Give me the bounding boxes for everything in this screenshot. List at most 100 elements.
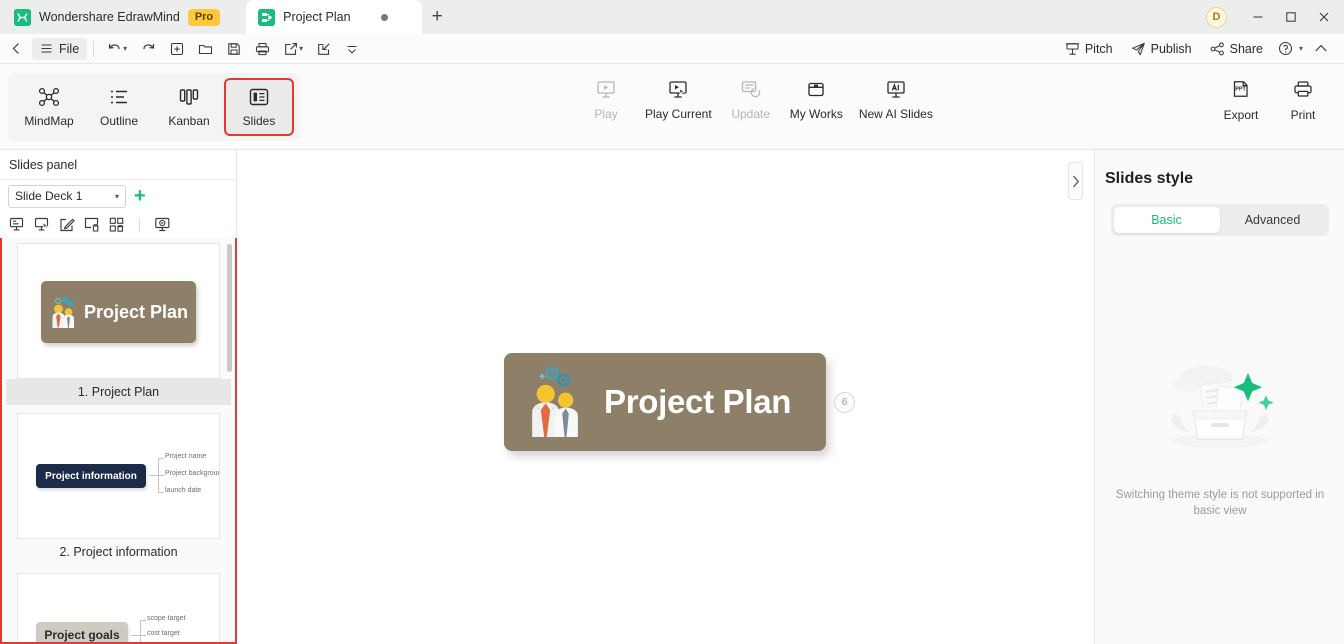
slide-3-preview: Project goals scope target cost target bbox=[17, 573, 220, 642]
undo-icon[interactable]: ▾ bbox=[100, 34, 134, 64]
view-mode-mindmap[interactable]: MindMap bbox=[14, 78, 84, 136]
chevron-down-icon: ▾ bbox=[1298, 44, 1303, 53]
share-button[interactable]: Share bbox=[1201, 37, 1272, 61]
share-nodes-icon bbox=[1210, 41, 1224, 55]
file-menu-button[interactable]: File bbox=[32, 37, 88, 60]
avatar[interactable]: D bbox=[1206, 6, 1227, 28]
chevron-up-icon bbox=[1315, 44, 1327, 52]
import-icon[interactable] bbox=[310, 34, 338, 64]
play-current-button[interactable]: Play Current bbox=[637, 77, 720, 135]
add-slide-icon[interactable] bbox=[6, 214, 28, 236]
slide-1-node: Project Plan bbox=[41, 281, 196, 343]
slide-2-node-title: Project information bbox=[45, 470, 137, 482]
tab-basic[interactable]: Basic bbox=[1113, 207, 1220, 233]
tools-divider bbox=[139, 218, 140, 232]
slide-3-node-title: Project goals bbox=[44, 628, 120, 642]
slides-thumbnail-list[interactable]: Project Plan 1. Project Plan Project inf… bbox=[0, 238, 237, 644]
pro-badge: Pro bbox=[187, 8, 221, 26]
expand-slides-style-panel-button[interactable] bbox=[1068, 162, 1083, 200]
branch-connector bbox=[158, 492, 164, 493]
new-ai-slides-button[interactable]: New AI Slides bbox=[851, 77, 941, 135]
play-screen-icon bbox=[597, 81, 615, 98]
ribbon-toolbar: MindMap Outline Kanban Slides Play Play … bbox=[0, 65, 1344, 150]
edrawmind-app-window: Wondershare EdrawMind Pro Project Plan +… bbox=[0, 0, 1344, 644]
slide-1-label: 1. Project Plan bbox=[6, 379, 231, 405]
print-icon[interactable] bbox=[248, 34, 277, 64]
print-button[interactable]: Print bbox=[1272, 77, 1334, 135]
add-slide-deck-button[interactable]: + bbox=[134, 186, 146, 206]
export-share-icon[interactable]: ▾ bbox=[277, 34, 310, 64]
slide-1-node-title: Project Plan bbox=[84, 301, 189, 322]
view-mode-group: MindMap Outline Kanban Slides bbox=[8, 73, 300, 141]
slide-canvas[interactable]: Project Plan 6 bbox=[237, 150, 1094, 644]
printer-icon bbox=[1294, 81, 1312, 97]
new-tab-button[interactable]: + bbox=[422, 0, 452, 34]
collapse-ribbon-button[interactable] bbox=[1307, 34, 1338, 64]
pitch-button[interactable]: Pitch bbox=[1056, 37, 1122, 61]
child-count-badge[interactable]: 6 bbox=[834, 392, 855, 413]
chevron-down-icon: ▾ bbox=[114, 191, 119, 201]
tab-advanced[interactable]: Advanced bbox=[1220, 207, 1326, 233]
team-gears-icon bbox=[532, 366, 578, 437]
delete-slide-icon[interactable] bbox=[81, 214, 103, 236]
edit-slide-icon[interactable] bbox=[56, 214, 78, 236]
kanban-columns-icon bbox=[179, 89, 199, 105]
my-works-label: My Works bbox=[789, 107, 843, 121]
app-home-tab[interactable]: Wondershare EdrawMind Pro bbox=[0, 0, 232, 34]
branch-connector bbox=[158, 475, 164, 476]
view-mode-mindmap-label: MindMap bbox=[24, 114, 74, 128]
view-mode-slides[interactable]: Slides bbox=[224, 78, 294, 136]
svg-text:PPT: PPT bbox=[1235, 87, 1246, 93]
view-mode-outline[interactable]: Outline bbox=[84, 78, 154, 136]
update-label: Update bbox=[731, 107, 771, 121]
minimize-button[interactable] bbox=[1241, 0, 1274, 34]
close-button[interactable] bbox=[1307, 0, 1340, 34]
slides-panel: Slides panel Slide Deck 1 ▾ + Project Pl… bbox=[0, 150, 255, 644]
export-button[interactable]: PPT Export bbox=[1210, 77, 1272, 135]
slides-icon bbox=[249, 88, 269, 106]
slides-list-scrollbar[interactable] bbox=[227, 244, 232, 372]
open-folder-icon[interactable] bbox=[191, 34, 220, 64]
slides-style-panel: Slides style Basic Advanced Switching th… bbox=[1094, 150, 1344, 644]
branch-connector bbox=[158, 458, 164, 459]
window-controls: D bbox=[1206, 0, 1344, 34]
outline-list-icon bbox=[111, 90, 127, 104]
update-button[interactable]: Update bbox=[720, 77, 782, 135]
edrawmind-logo-icon bbox=[14, 8, 31, 26]
new-icon[interactable] bbox=[163, 34, 191, 64]
document-tab-project-plan[interactable]: Project Plan bbox=[246, 0, 423, 34]
preview-slide-icon[interactable] bbox=[151, 214, 173, 236]
maximize-button[interactable] bbox=[1274, 0, 1307, 34]
publish-button[interactable]: Publish bbox=[1122, 37, 1201, 61]
slide-2-node: Project information bbox=[36, 464, 146, 488]
publish-label: Publish bbox=[1150, 41, 1192, 56]
back-button[interactable] bbox=[0, 34, 30, 64]
view-mode-kanban[interactable]: Kanban bbox=[154, 78, 224, 136]
delete-all-slides-icon[interactable] bbox=[106, 214, 128, 236]
slide-3-branch-label: cost target bbox=[147, 630, 180, 637]
slides-style-tabs: Basic Advanced bbox=[1110, 204, 1329, 236]
play-label: Play bbox=[594, 107, 618, 121]
add-current-slide-icon[interactable] bbox=[31, 214, 53, 236]
slide-3-branch-label: scope target bbox=[147, 615, 186, 622]
save-icon[interactable] bbox=[220, 34, 248, 64]
play-button[interactable]: Play bbox=[575, 77, 637, 135]
help-button[interactable]: ▾ bbox=[1272, 37, 1307, 61]
slide-deck-row: Slide Deck 1 ▾ + bbox=[0, 180, 236, 212]
slide-2-preview: Project information Project name Project… bbox=[17, 413, 220, 539]
slide-deck-select[interactable]: Slide Deck 1 ▾ bbox=[8, 184, 126, 208]
slide-thumbnail-item[interactable]: Project Plan 1. Project Plan bbox=[6, 243, 231, 405]
empty-box-sparkle-icon bbox=[1171, 366, 1274, 448]
more-chevron-icon[interactable] bbox=[338, 34, 366, 64]
share-label: Share bbox=[1229, 41, 1263, 56]
new-ai-slides-icon bbox=[887, 81, 905, 98]
branch-connector bbox=[140, 635, 146, 636]
main-topic-node[interactable]: Project Plan bbox=[504, 353, 826, 451]
slide-thumbnail-item[interactable]: Project goals scope target cost target 3… bbox=[6, 573, 231, 642]
my-works-button[interactable]: My Works bbox=[782, 77, 851, 135]
redo-icon[interactable] bbox=[134, 34, 163, 64]
unsaved-indicator-dot bbox=[380, 13, 388, 21]
update-refresh-icon bbox=[741, 81, 761, 98]
publish-paperplane-icon bbox=[1131, 42, 1145, 55]
slide-thumbnail-item[interactable]: Project information Project name Project… bbox=[6, 413, 231, 565]
